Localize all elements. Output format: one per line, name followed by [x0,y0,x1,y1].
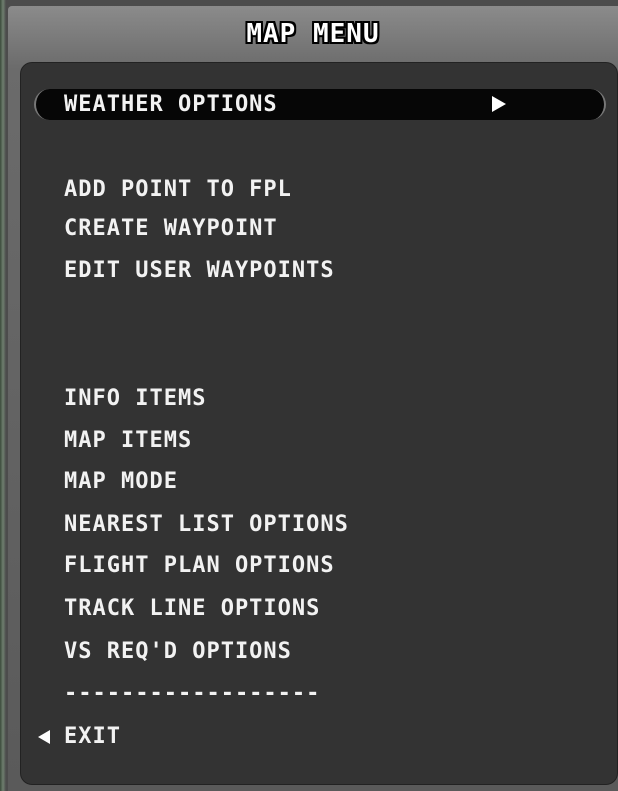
right-triangle-icon [492,96,506,112]
menu-item-edit-user-waypoints[interactable]: EDIT USER WAYPOINTS [64,256,335,286]
menu-separator: ------------------ [64,681,321,706]
menu-item-map-items[interactable]: MAP ITEMS [64,426,192,456]
menu-item-flight-plan-options[interactable]: FLIGHT PLAN OPTIONS [64,551,335,581]
menu-item-track-line-options[interactable]: TRACK LINE OPTIONS [64,594,320,624]
left-triangle-icon [38,730,50,744]
menu-item-map-mode[interactable]: MAP MODE [64,467,178,497]
menu-item-weather-options[interactable]: WEATHER OPTIONS [64,90,278,120]
menu-panel [20,62,618,785]
menu-title: MAP MENU [246,19,380,49]
menu-item-add-point-to-fpl[interactable]: ADD POINT TO FPL [64,175,292,205]
menu-item-exit[interactable]: EXIT [64,722,121,752]
menu-item-info-items[interactable]: INFO ITEMS [64,384,206,414]
menu-item-vs-reqd-options[interactable]: VS REQ'D OPTIONS [64,637,292,667]
menu-item-create-waypoint[interactable]: CREATE WAYPOINT [64,214,278,244]
menu-item-nearest-list-options[interactable]: NEAREST LIST OPTIONS [64,510,349,540]
